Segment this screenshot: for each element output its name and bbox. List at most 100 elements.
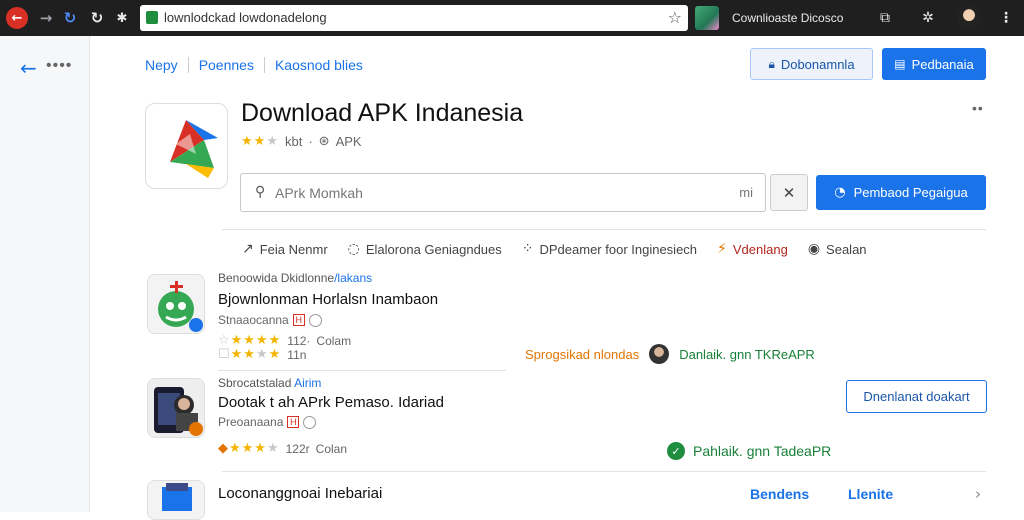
download-status: ✓ Pahlaik. gnn TadeaPR [667,442,831,460]
bottom-link-1[interactable]: Bendens [750,486,809,502]
rating-stars: ☆★★★★ [218,333,282,348]
item-2-sub-text: Preoanaana [218,415,284,429]
item-2-title[interactable]: Dootak t ah APrk Pemaso. Idariad [218,394,444,411]
item-1-rating-a: 112· [287,333,311,348]
item-1-title[interactable]: Bjownlonman Horlalsn Inambaon [218,291,438,308]
profile-thumbnail[interactable] [695,6,719,30]
app-logo [145,103,228,189]
divider [222,229,986,230]
bookmark-star-icon[interactable]: ☆ [668,8,682,27]
back-icon[interactable]: ← [6,7,28,29]
tab-search-icon[interactable]: ⧉ [875,8,895,28]
item-3-title[interactable]: Loconanggnoai Inebariai [218,485,382,502]
item-1-rating-b: 11n [287,347,307,362]
browser-toolbar: ← → ↻ ↻ ✱ lownlodckad lowdonadelong ☆ Co… [0,0,1024,36]
nav-divider [263,57,265,73]
search-box[interactable]: ⚲ mi [240,173,766,212]
primary-top-button[interactable]: ▤ Pedbanaia [882,48,986,80]
promo-line: Sprogsikad nlondas Danlaik. gnn TKReAPR [525,344,815,364]
item-1-thumbnail[interactable] [147,274,205,334]
document-icon: ▤ [894,57,906,71]
category-label: Sealan [826,241,867,257]
account-avatar[interactable] [957,6,981,30]
item-2-category: Sbrocatstalad Airim [218,376,321,390]
primary-top-button-label: Pedbanaia [911,56,974,72]
circle-badge-icon [308,313,322,327]
profile-label[interactable]: Cownlioaste Dicosco [732,11,843,25]
share-arrow-icon: ↗ [242,241,254,257]
app-meta-text: kbt [284,133,303,149]
category-item-4[interactable]: ⚡ Vdenlang [717,241,788,257]
category-row: ↗ Feia Nenmr ◌ Elalorona Geniagndues ⁘ D… [242,241,887,257]
divider [218,370,506,371]
check-circle-icon: ✓ [667,442,685,460]
category-label: Vdenlang [732,241,788,257]
compass-icon: ◉ [807,241,821,257]
promo-download-link[interactable]: Danlaik. gnn TKReAPR [679,347,815,362]
reload-icon[interactable]: ↻ [60,8,80,28]
extensions-puzzle-icon[interactable]: ✲ [918,8,938,28]
clock-icon: ◔ [834,185,846,200]
extension-icon[interactable]: ✱ [112,8,132,28]
app-title: Download APK Indanesia [241,99,524,127]
search-action-label: Pembaod Pegaigua [853,185,968,200]
item-1-rating-row: ☆★★★★ 112· Colam [218,333,351,348]
item-1-rating-row-2: ☐★★★★ 11n [218,347,306,362]
category-item-5[interactable]: ◉ Sealan [808,241,867,257]
secondary-top-button[interactable]: 🔒︎ Dobonamnla [750,48,873,80]
clear-search-button[interactable]: ✕ [770,174,808,211]
search-action-button[interactable]: ◔ Pembaod Pegaigua [816,175,986,210]
bottom-link-2[interactable]: Llenite [848,486,893,502]
circle-badge-icon [303,415,317,429]
fire-icon: ⚡ [717,241,727,257]
search-input[interactable] [275,183,715,203]
lock-small-icon: 🔒︎ [768,56,775,71]
dots-icon: ⁘ [521,241,534,257]
item-2-category-prefix: Sbrocatstalad [218,376,292,390]
nav-item-1[interactable]: Nepy [145,57,178,73]
refresh-icon[interactable]: ↻ [87,8,107,28]
sidebar-more-icon[interactable]: •••• [46,57,72,75]
item-2-sub: Preoanaana H [218,415,317,429]
search-filter-icon[interactable]: mi [739,185,753,200]
category-item-1[interactable]: ↗ Feia Nenmr [242,241,328,257]
item-1-sub: Stnaaocanna H [218,313,322,327]
left-sidebar: ← •••• [0,36,90,512]
item-1-sub-text: Stnaaocanna [218,313,289,327]
category-label: Feia Nenmr [259,241,328,257]
item-2-rating-suffix: Colan [315,441,348,456]
item-2-thumbnail[interactable] [147,378,205,438]
nav-item-2[interactable]: Poennes [199,57,254,73]
h-badge-icon: H [292,314,305,326]
item-2-category-highlight[interactable]: Airim [294,376,321,390]
url-text[interactable]: lownlodckad lowdonadelong [164,10,327,25]
item-3-thumbnail[interactable] [147,480,205,520]
chevron-right-icon[interactable]: › [975,485,981,503]
search-icon: ⚲ [255,184,266,200]
forward-icon[interactable]: → [36,8,56,28]
sidebar-back-icon[interactable]: ← [20,56,37,80]
item-1-category-prefix: Benoowida Dkidlonne [218,271,335,285]
meta-dot: · [308,133,313,149]
address-bar[interactable]: lownlodckad lowdonadelong ☆ [140,5,688,31]
top-nav: Nepy Poennes Kaosnod blies [145,57,363,73]
divider [222,471,986,472]
app-meta: ★★★ kbt · ⊛ APK [241,133,362,149]
category-label: Elalorona Geniagndues [365,241,502,257]
item-2-rating-a: 122r [285,441,310,456]
item-1-category-highlight[interactable]: /lakans [334,271,372,285]
header-more-icon[interactable]: •• [972,100,984,116]
category-item-2[interactable]: ◌ Elalorona Geniagndues [348,241,502,257]
rating-stars: ☐★★★★ [218,347,282,362]
category-item-3[interactable]: ⁘ DPdeamer foor Inginesiech [522,241,697,257]
globe-icon: ◌ [347,241,360,257]
nav-item-3[interactable]: Kaosnod blies [275,57,363,73]
download-status-text[interactable]: Pahlaik. gnn TadeaPR [693,443,831,459]
promo-text: Sprogsikad nlondas [525,346,640,362]
kebab-menu-icon[interactable]: ⋮ [996,8,1016,28]
lock-icon [146,11,158,24]
promo-avatar [649,344,670,364]
secondary-top-button-label: Dobonamnla [780,56,855,72]
download-button[interactable]: Dnenlanat doakart [846,380,987,413]
category-label: DPdeamer foor Inginesiech [539,241,698,257]
